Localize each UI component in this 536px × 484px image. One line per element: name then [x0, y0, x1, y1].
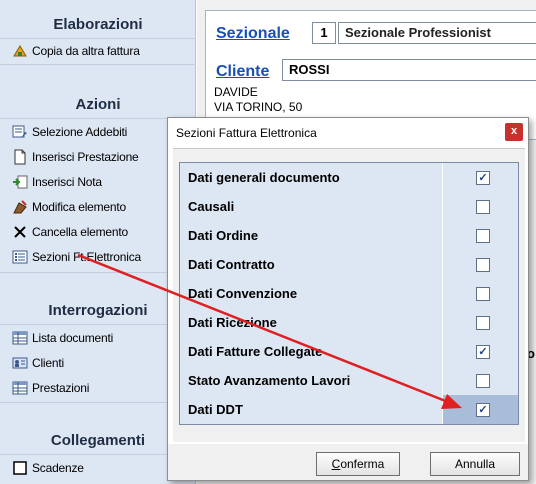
row-label: Dati DDT — [180, 395, 442, 424]
sidebar-item-label: Cancella elemento — [32, 225, 128, 239]
sidebar-item-label: Sezioni Ft.Elettronica — [32, 250, 141, 264]
sidebar-item-label: Lista documenti — [32, 331, 114, 345]
dialog-title: Sezioni Fattura Elettronica — [176, 126, 317, 140]
divider — [0, 64, 196, 65]
sidebar-item-copia-fattura[interactable]: Copia da altra fattura — [0, 39, 196, 63]
insert-note-icon — [12, 174, 28, 190]
close-icon[interactable]: x — [505, 123, 523, 141]
cliente-name-line: DAVIDE — [214, 85, 258, 99]
row-label: Dati Ricezione — [180, 308, 442, 337]
row-checkbox[interactable]: ✓ — [476, 403, 490, 417]
sezioni-fattura-dialog: Sezioni Fattura Elettronica x Dati gener… — [167, 117, 529, 481]
sections-table: Dati generali documento ✓ Causali Dati O… — [179, 162, 519, 425]
table-row-selected[interactable]: Dati DDT ✓ — [180, 395, 518, 424]
table-row[interactable]: Dati Ordine — [180, 221, 518, 250]
clients-icon — [12, 355, 28, 371]
conferma-label: onferma — [340, 457, 385, 471]
row-checkbox[interactable] — [476, 229, 490, 243]
document-icon — [12, 149, 28, 165]
row-checkbox[interactable] — [476, 287, 490, 301]
row-checkbox[interactable]: ✓ — [476, 345, 490, 359]
row-checkbox[interactable] — [476, 200, 490, 214]
row-label: Dati Fatture Collegate — [180, 337, 442, 366]
row-checkbox[interactable] — [476, 258, 490, 272]
dialog-body: Dati generali documento ✓ Causali Dati O… — [173, 148, 525, 442]
row-checkbox[interactable] — [476, 316, 490, 330]
cliente-link[interactable]: Cliente — [216, 63, 269, 81]
table-row[interactable]: Dati Fatture Collegate ✓ — [180, 337, 518, 366]
select-charges-icon — [12, 124, 28, 140]
table-row[interactable]: Causali — [180, 192, 518, 221]
delete-x-icon — [12, 224, 28, 240]
section-title-elaborazioni: Elaborazioni — [53, 16, 143, 33]
dialog-footer: Conferma Annulla — [168, 444, 528, 480]
row-label: Dati Convenzione — [180, 279, 442, 308]
sidebar-item-label: Selezione Addebiti — [32, 125, 128, 139]
table-row[interactable]: Stato Avanzamento Lavori — [180, 366, 518, 395]
sidebar-item-label: Modifica elemento — [32, 200, 126, 214]
section-title-azioni: Azioni — [75, 96, 121, 113]
row-checkbox[interactable] — [476, 374, 490, 388]
table-icon — [12, 380, 28, 396]
app-window: Elaborazioni Copia da altra fattura Azio… — [0, 0, 536, 484]
sidebar-item-label: Scadenze — [32, 461, 84, 475]
sidebar-item-label: Inserisci Nota — [32, 175, 102, 189]
sezionale-link[interactable]: Sezionale — [216, 25, 290, 43]
conferma-button[interactable]: Conferma — [316, 452, 400, 476]
sidebar-item-label: Clienti — [32, 356, 64, 370]
table-row[interactable]: Dati Contratto — [180, 250, 518, 279]
table-row[interactable]: Dati Ricezione — [180, 308, 518, 337]
cliente-field[interactable]: ROSSI — [282, 59, 536, 81]
copy-invoice-icon — [12, 43, 28, 59]
list-icon — [12, 249, 28, 265]
row-label: Dati Contratto — [180, 250, 442, 279]
table-row[interactable]: Dati Convenzione — [180, 279, 518, 308]
row-label: Dati Ordine — [180, 221, 442, 250]
annulla-button[interactable]: Annulla — [430, 452, 520, 476]
sidebar-item-label: Inserisci Prestazione — [32, 150, 139, 164]
sidebar-item-label: Copia da altra fattura — [32, 44, 140, 58]
table-icon — [12, 330, 28, 346]
row-label: Dati generali documento — [180, 163, 442, 192]
row-checkbox[interactable]: ✓ — [476, 171, 490, 185]
edit-icon — [12, 199, 28, 215]
row-label: Stato Avanzamento Lavori — [180, 366, 442, 395]
checkbox-icon — [12, 460, 28, 476]
sezionale-number[interactable]: 1 — [312, 22, 336, 44]
table-row[interactable]: Dati generali documento ✓ — [180, 163, 518, 192]
row-label: Causali — [180, 192, 442, 221]
sidebar-item-label: Prestazioni — [32, 381, 90, 395]
sezionale-name-field[interactable]: Sezionale Professionist — [338, 22, 536, 44]
cliente-address-line: VIA TORINO, 50 — [214, 100, 303, 114]
